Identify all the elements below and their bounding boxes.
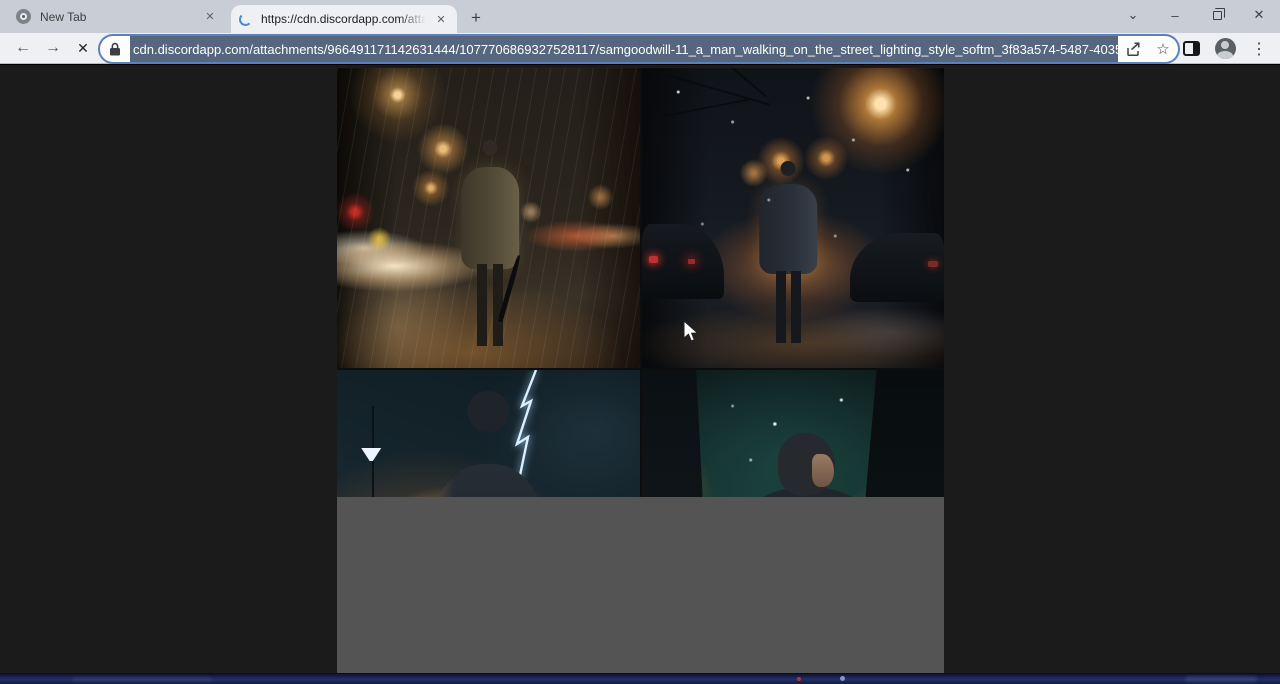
tab-discord-cdn[interactable]: https://cdn.discordapp.com/atta ✕ (231, 5, 457, 33)
teal-portrait-scene (642, 370, 944, 497)
close-window-button[interactable]: ✕ (1238, 0, 1280, 30)
man-torso (461, 167, 519, 269)
man-silhouette (461, 140, 519, 344)
image-quadrant-1 (337, 68, 640, 368)
tab-strip: New Tab ✕ https://cdn.discordapp.com/att… (0, 0, 1280, 33)
side-panel-icon (1183, 41, 1200, 56)
back-button[interactable]: ← (8, 34, 38, 62)
image-loading-placeholder (337, 497, 944, 673)
man-leg (477, 264, 487, 346)
profile-avatar[interactable] (1208, 34, 1242, 64)
lock-icon[interactable] (100, 42, 130, 56)
taskbar-red-dot (797, 677, 801, 681)
man-bust-silhouette (428, 391, 549, 497)
chrome-favicon-icon (16, 9, 31, 24)
share-icon[interactable] (1118, 42, 1148, 57)
tab-close-icon[interactable]: ✕ (202, 9, 218, 25)
taskbar-smudge (1185, 676, 1257, 682)
attachment-image-grid (337, 68, 944, 497)
image-quadrant-4 (642, 370, 944, 497)
man-hood-shoulders (428, 464, 549, 497)
street-lamp (361, 448, 381, 461)
mouse-cursor (683, 320, 700, 344)
browser-window: New Tab ✕ https://cdn.discordapp.com/att… (0, 0, 1280, 684)
image-quadrant-3 (337, 370, 640, 497)
url-text[interactable]: cdn.discordapp.com/attachments/966491171… (130, 42, 1118, 57)
taskbar-smudge (72, 677, 212, 682)
address-bar[interactable]: cdn.discordapp.com/attachments/966491171… (100, 36, 1178, 62)
restore-icon (1213, 11, 1222, 20)
rainy-street-scene (337, 68, 640, 368)
new-tab-button[interactable]: + (465, 7, 487, 29)
toolbar-right-group: ⋮ (1174, 33, 1280, 64)
stop-loading-button[interactable]: ✕ (68, 34, 98, 62)
lightning-scene (337, 370, 640, 497)
window-controls: ⌄ – ✕ (1112, 0, 1280, 30)
tab-new-tab[interactable]: New Tab ✕ (8, 0, 226, 33)
man-head (483, 140, 498, 155)
url-selection: cdn.discordapp.com/attachments/966491171… (130, 36, 1118, 62)
tab-title: New Tab (40, 10, 202, 24)
browser-toolbar: ← → ✕ cdn.discordapp.com/attachments/966… (0, 33, 1280, 64)
minimize-button[interactable]: – (1154, 0, 1196, 30)
man-head (468, 391, 509, 432)
restore-button[interactable] (1196, 0, 1238, 30)
taskbar-blue-dot (840, 676, 845, 681)
man-face (812, 454, 834, 487)
side-panel-button[interactable] (1174, 34, 1208, 64)
chevron-down-icon[interactable]: ⌄ (1112, 0, 1154, 30)
page-content (0, 65, 1280, 684)
avatar-icon (1215, 38, 1236, 59)
forward-button[interactable]: → (38, 34, 68, 62)
taskbar-strip (0, 673, 1280, 684)
man-profile-head (778, 433, 835, 496)
tab-close-icon[interactable]: ✕ (433, 11, 449, 27)
loading-spinner-icon (239, 13, 252, 26)
tab-title: https://cdn.discordapp.com/atta (261, 12, 433, 26)
menu-kebab-icon[interactable]: ⋮ (1242, 34, 1276, 64)
